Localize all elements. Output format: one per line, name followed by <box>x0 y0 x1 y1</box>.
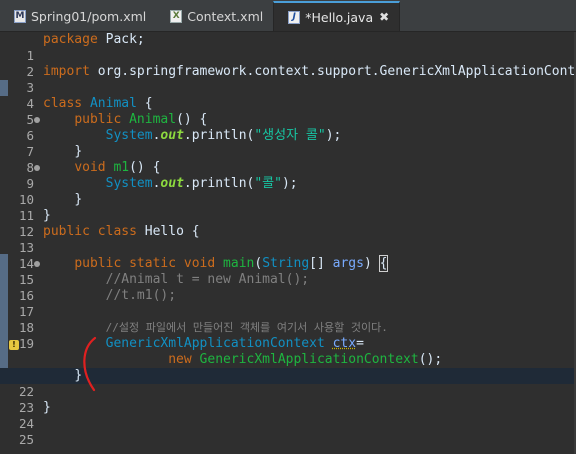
code-text: [] <box>309 256 333 271</box>
static-field: out <box>160 176 184 191</box>
code-text: ); <box>325 128 342 143</box>
code-line: 6 public Animal() { <box>0 112 576 143</box>
code-line: 12 } <box>0 208 576 239</box>
keyword: static <box>129 256 177 271</box>
static-field: out <box>160 128 184 143</box>
keyword: package <box>43 32 98 47</box>
code-text: } <box>43 208 51 223</box>
code-line: 8 } <box>0 144 576 175</box>
code-text: .println( <box>183 176 255 191</box>
code-text: () { <box>176 112 208 127</box>
xml-file-icon: X <box>170 9 183 23</box>
maven-file-icon: M <box>14 9 26 23</box>
class-name: String <box>262 256 310 271</box>
code-line: 5 class Animal { <box>0 96 576 127</box>
editor-tab-bar: M Spring01/pom.xml X Context.xml J *Hell… <box>0 0 576 32</box>
code-text: = <box>356 336 364 351</box>
keyword: public <box>74 112 122 127</box>
code-line: 14 <box>0 240 576 271</box>
keyword: void <box>183 256 216 271</box>
code-line: 13 public class Hello { <box>0 224 576 255</box>
code-text: ) <box>363 256 380 271</box>
keyword: void <box>74 160 106 175</box>
code-line: 11 } <box>0 192 576 223</box>
code-text: } <box>74 192 83 207</box>
class-name: Animal <box>89 96 137 111</box>
code-text: ); <box>281 176 298 191</box>
code-line: 7 System.out.println("생성자 콜"); <box>0 128 576 159</box>
string-literal: "콜" <box>254 176 282 191</box>
java-file-icon: J <box>288 10 301 24</box>
code-line: 4 <box>0 80 576 111</box>
code-text: () { <box>129 160 161 175</box>
code-text: ( <box>254 256 263 271</box>
code-line: 3 import org.springframework.context.sup… <box>0 64 576 95</box>
code-line: 25 <box>0 416 576 447</box>
code-editor[interactable]: 1 package Pack; 2 3 import org.springfra… <box>0 32 576 454</box>
fold-toggle-icon[interactable] <box>34 117 40 123</box>
keyword: import <box>43 64 90 79</box>
code-line: 1 package Pack; <box>0 32 576 63</box>
class-name: System <box>105 128 153 143</box>
tab-context-xml[interactable]: X Context.xml <box>156 1 273 31</box>
tab-hello-java[interactable]: J *Hello.java ✖ <box>273 1 401 31</box>
fold-toggle-icon[interactable] <box>34 165 40 171</box>
tab-label: *Hello.java <box>305 9 374 25</box>
tab-pom-xml[interactable]: M Spring01/pom.xml <box>0 1 156 31</box>
comment: //Animal t = new Animal(); <box>105 272 310 287</box>
code-text: .println( <box>183 128 255 143</box>
code-text: } <box>74 144 83 159</box>
code-text: Hello { <box>136 224 200 239</box>
parameter-name: args <box>332 256 364 271</box>
matching-bracket: { <box>378 255 389 272</box>
red-bracket-annotation <box>83 336 97 392</box>
code-text: { <box>136 96 153 111</box>
keyword: public <box>43 224 90 239</box>
code-line: 19 //설정 파일에서 만들어진 객체를 여기서 사용할 것이다. <box>0 320 576 351</box>
code-line: 15 public static void main(String[] args… <box>0 255 576 287</box>
line-number: 25 <box>18 432 34 447</box>
comment: //설정 파일에서 만들어진 객체를 여기서 사용할 것이다. <box>105 321 388 334</box>
class-name: GenericXmlApplicationContext <box>105 336 325 351</box>
code-text: (); <box>418 352 443 367</box>
tab-label: Context.xml <box>187 8 264 24</box>
code-line: 24 } <box>0 400 576 431</box>
eclipse-editor-window: M Spring01/pom.xml X Context.xml J *Hell… <box>0 0 576 454</box>
method-name: m1 <box>113 160 130 175</box>
code-text: } <box>43 400 51 415</box>
close-icon[interactable]: ✖ <box>379 10 389 24</box>
code-line: 9 void m1() { <box>0 160 576 191</box>
keyword: class <box>97 224 137 239</box>
code-line: 2 <box>0 48 576 79</box>
tab-label: Spring01/pom.xml <box>31 8 147 24</box>
comment: //t.m1(); <box>105 288 177 303</box>
method-name: Animal <box>129 112 177 127</box>
code-line: 16 //Animal t = new Animal(); <box>0 272 576 303</box>
variable-name: ctx <box>332 336 357 351</box>
code-text: Pack; <box>97 32 145 47</box>
keyword: class <box>43 96 83 111</box>
keyword: public <box>74 256 122 271</box>
fold-toggle-icon[interactable] <box>34 261 40 267</box>
code-line: 18 <box>0 304 576 335</box>
class-name: System <box>105 176 153 191</box>
class-name: GenericXmlApplicationContext <box>199 352 419 367</box>
code-text: org.springframework.context.support.Gene… <box>89 64 576 79</box>
code-line: 10 System.out.println("콜"); <box>0 176 576 207</box>
string-literal: "생성자 콜" <box>254 128 326 143</box>
keyword: new <box>168 352 192 367</box>
method-name: main <box>223 256 255 271</box>
warning-icon[interactable]: ! <box>9 340 19 350</box>
code-line: 17 //t.m1(); <box>0 288 576 319</box>
